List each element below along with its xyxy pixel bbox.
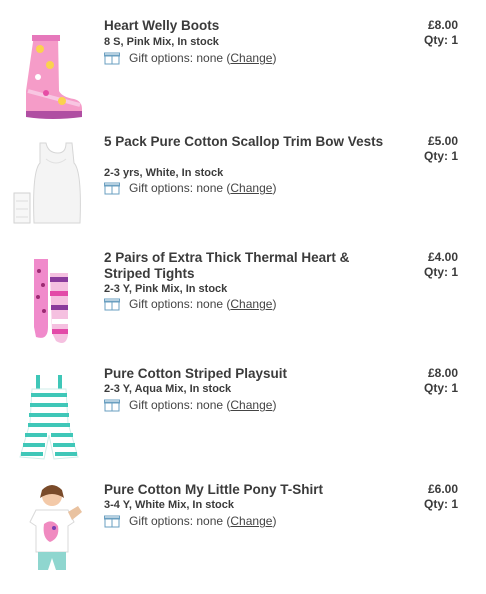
basket-item: Pure Cotton My Little Pony T-Shirt 3-4 Y…: [0, 482, 486, 594]
item-meta: 3-4 Y, White Mix, In stock: [104, 499, 234, 511]
change-gift-link[interactable]: Change: [230, 514, 272, 528]
gift-options: Gift options: none (Change): [104, 398, 276, 412]
basket-items-list: Heart Welly Boots 8 S, Pink Mix, In stoc…: [0, 0, 486, 580]
item-price: £8.00: [427, 18, 458, 32]
gift-options: Gift options: none (Change): [104, 297, 276, 311]
item-quantity: Qty: 1: [423, 33, 458, 47]
gift-icon: [104, 52, 120, 65]
gift-options: Gift options: none (Change): [104, 51, 276, 65]
item-meta: 8 S, Pink Mix, In stock: [104, 36, 219, 48]
gift-options-prefix: Gift options: none (: [129, 181, 231, 195]
item-meta: 2-3 Y, Aqua Mix, In stock: [104, 383, 232, 395]
basket-item: Pure Cotton Striped Playsuit 2-3 Y, Aqua…: [0, 366, 486, 478]
gift-options-suffix: ): [272, 297, 277, 311]
price-block: £8.00 Qty: 1: [424, 366, 458, 396]
item-title[interactable]: Pure Cotton Striped Playsuit: [104, 366, 394, 382]
gift-icon: [104, 182, 120, 195]
item-title[interactable]: Heart Welly Boots: [104, 18, 394, 34]
gift-options: Gift options: none (Change): [104, 181, 276, 195]
gift-icon: [104, 515, 120, 528]
gift-options-suffix: ): [272, 181, 277, 195]
vests-image[interactable]: [12, 134, 86, 238]
basket-item: 2 Pairs of Extra Thick Thermal Heart & S…: [0, 250, 486, 362]
item-quantity: Qty: 1: [423, 381, 458, 395]
item-title[interactable]: 5 Pack Pure Cotton Scallop Trim Bow Vest…: [104, 134, 394, 150]
gift-options: Gift options: none (Change): [104, 514, 276, 528]
item-meta: 2-3 Y, Pink Mix, In stock: [104, 283, 228, 295]
gift-options-prefix: Gift options: none (: [129, 297, 231, 311]
gift-options-prefix: Gift options: none (: [129, 51, 231, 65]
gift-options-prefix: Gift options: none (: [129, 398, 231, 412]
item-price: £6.00: [427, 482, 458, 496]
basket-item: Heart Welly Boots 8 S, Pink Mix, In stoc…: [0, 18, 486, 130]
change-gift-link[interactable]: Change: [230, 297, 272, 311]
tights-image[interactable]: [12, 250, 86, 354]
tshirt-image[interactable]: [12, 482, 86, 576]
item-quantity: Qty: 1: [423, 265, 458, 279]
item-quantity: Qty: 1: [423, 149, 458, 163]
gift-options-suffix: ): [272, 398, 277, 412]
welly-boots-image[interactable]: [12, 24, 86, 128]
gift-options-prefix: Gift options: none (: [129, 514, 231, 528]
playsuit-image[interactable]: [12, 366, 86, 470]
price-block: £4.00 Qty: 1: [424, 250, 458, 280]
change-gift-link[interactable]: Change: [230, 181, 272, 195]
item-price: £4.00: [427, 250, 458, 264]
price-block: £6.00 Qty: 1: [424, 482, 458, 512]
item-title[interactable]: Pure Cotton My Little Pony T-Shirt: [104, 482, 394, 498]
item-quantity: Qty: 1: [423, 497, 458, 511]
basket-item: 5 Pack Pure Cotton Scallop Trim Bow Vest…: [0, 134, 486, 246]
change-gift-link[interactable]: Change: [230, 51, 272, 65]
item-price: £8.00: [427, 366, 458, 380]
change-gift-link[interactable]: Change: [230, 398, 272, 412]
gift-options-suffix: ): [272, 514, 277, 528]
gift-icon: [104, 298, 120, 311]
price-block: £5.00 Qty: 1: [424, 134, 458, 164]
gift-icon: [104, 399, 120, 412]
price-block: £8.00 Qty: 1: [424, 18, 458, 48]
item-price: £5.00: [427, 134, 458, 148]
gift-options-suffix: ): [272, 51, 277, 65]
item-meta: 2-3 yrs, White, In stock: [104, 167, 224, 179]
item-title[interactable]: 2 Pairs of Extra Thick Thermal Heart & S…: [104, 250, 394, 282]
